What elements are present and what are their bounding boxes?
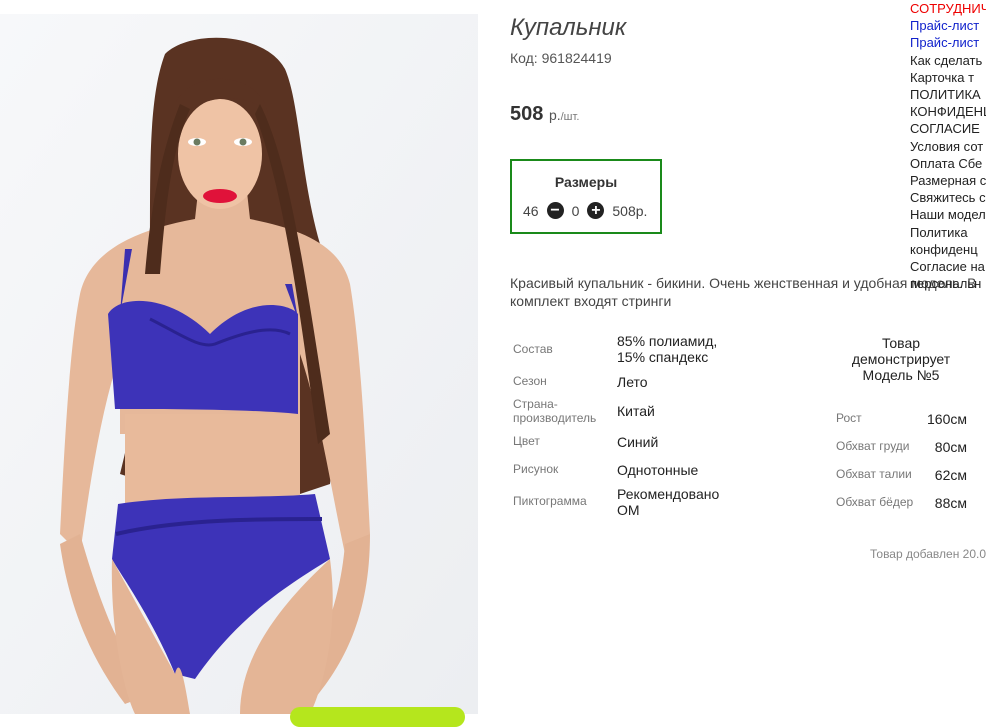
property-label: Состав bbox=[513, 342, 553, 356]
property-value: Синий bbox=[617, 434, 659, 450]
sidebar-item[interactable]: Согласие на bbox=[910, 258, 986, 275]
price-unit: р./шт. bbox=[548, 107, 580, 123]
sidebar-item[interactable]: Оплата Сбе bbox=[910, 155, 986, 172]
added-date: Товар добавлен 20.0 bbox=[870, 547, 986, 561]
property-value: Однотонные bbox=[617, 462, 699, 478]
sidebar-item[interactable]: Прайс-лист bbox=[910, 17, 986, 34]
product-title: Купальник bbox=[510, 14, 627, 41]
property-value: 85% полиамид, 15% спандекс bbox=[617, 333, 718, 365]
sidebar-item[interactable]: Свяжитесь с bbox=[910, 189, 986, 206]
sidebar-item[interactable]: Как сделать bbox=[910, 52, 986, 69]
quantity-value: 0 bbox=[571, 202, 580, 219]
product-price: 508 р./шт. bbox=[510, 103, 579, 126]
sizes-title: Размеры bbox=[554, 174, 618, 190]
sidebar-item[interactable]: КОНФИДЕНЦ bbox=[910, 103, 986, 120]
sidebar-item[interactable]: Условия сот bbox=[910, 138, 986, 155]
sidebar-item[interactable]: Карточка т bbox=[910, 69, 986, 86]
sidebar-item[interactable]: конфиденц bbox=[910, 241, 986, 258]
size-price: 508р. bbox=[612, 202, 648, 219]
sidebar-item[interactable]: Размерная с bbox=[910, 172, 986, 189]
measurement-label: Обхват бёдер bbox=[836, 495, 914, 509]
property-label: Пиктограмма bbox=[513, 494, 587, 508]
sidebar-item[interactable]: СОТРУДНИЧ bbox=[910, 0, 986, 17]
product-photo[interactable] bbox=[0, 14, 478, 714]
sidebar-item[interactable]: СОГЛАСИЕ bbox=[910, 120, 986, 137]
measurement-value: 160см bbox=[927, 411, 967, 427]
measurement-value: 62см bbox=[934, 467, 967, 483]
property-value: Рекомендовано ОМ bbox=[617, 486, 720, 518]
measurement-label: Обхват талии bbox=[836, 467, 912, 481]
plus-circle-icon[interactable]: + bbox=[587, 202, 605, 219]
property-value: Лето bbox=[617, 374, 648, 390]
model-photo-illustration bbox=[0, 14, 478, 714]
price-per: /шт. bbox=[560, 111, 580, 123]
product-code: Код: 961824419 bbox=[510, 50, 612, 66]
buy-button-partial[interactable] bbox=[290, 707, 465, 727]
size-row: 46 − 0 + 508р. bbox=[523, 202, 647, 219]
size-value: 46 bbox=[523, 202, 539, 219]
measurement-value: 80см bbox=[934, 439, 967, 455]
sidebar-item[interactable]: Политика bbox=[910, 224, 986, 241]
minus-circle-icon[interactable]: − bbox=[546, 202, 564, 219]
sidebar-item[interactable]: ПОЛИТИКА bbox=[910, 86, 986, 103]
sizes-box: Размеры 46 − 0 + 508р. bbox=[510, 159, 662, 234]
sidebar-item[interactable]: Наши модел bbox=[910, 206, 986, 223]
sidebar-item[interactable]: персональн bbox=[910, 275, 986, 292]
property-label: Рисунок bbox=[513, 462, 559, 476]
model-heading: Товар демонстрирует Модель №5 bbox=[851, 335, 951, 383]
measurement-label: Обхват груди bbox=[836, 439, 910, 453]
property-label: Цвет bbox=[513, 434, 540, 448]
sidebar-menu: СОТРУДНИЧ Прайс-лист Прайс-лист Как сдел… bbox=[910, 0, 986, 292]
sidebar-item[interactable]: Прайс-лист bbox=[910, 34, 986, 51]
property-label: Сезон bbox=[513, 374, 547, 388]
property-value: Китай bbox=[617, 403, 655, 419]
measurement-label: Рост bbox=[836, 411, 862, 425]
price-value: 508 bbox=[510, 103, 544, 125]
property-label: Страна-производитель bbox=[513, 397, 597, 425]
measurement-value: 88см bbox=[934, 495, 967, 511]
